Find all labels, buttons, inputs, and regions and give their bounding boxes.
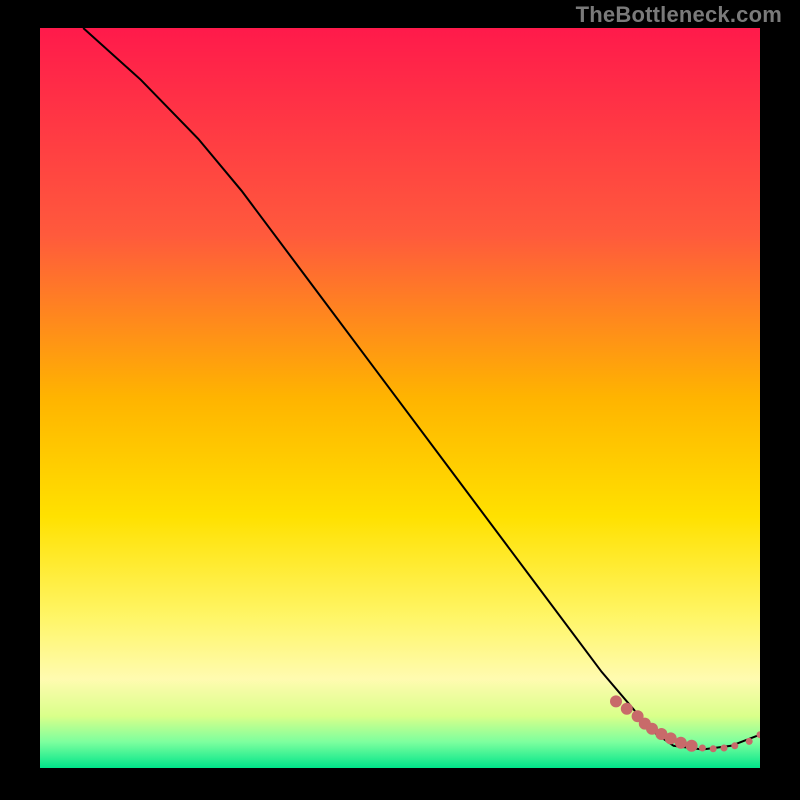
data-point (699, 745, 706, 752)
data-point (621, 703, 633, 715)
data-point (675, 737, 687, 749)
plot-svg (40, 28, 760, 768)
data-point (746, 738, 753, 745)
data-point (610, 695, 622, 707)
data-point (731, 742, 738, 749)
plot-area (40, 28, 760, 768)
data-point (721, 745, 728, 752)
data-point (686, 740, 698, 752)
gradient-background (40, 28, 760, 768)
data-point (710, 745, 717, 752)
watermark-text: TheBottleneck.com (576, 2, 782, 28)
chart-frame: TheBottleneck.com (0, 0, 800, 800)
